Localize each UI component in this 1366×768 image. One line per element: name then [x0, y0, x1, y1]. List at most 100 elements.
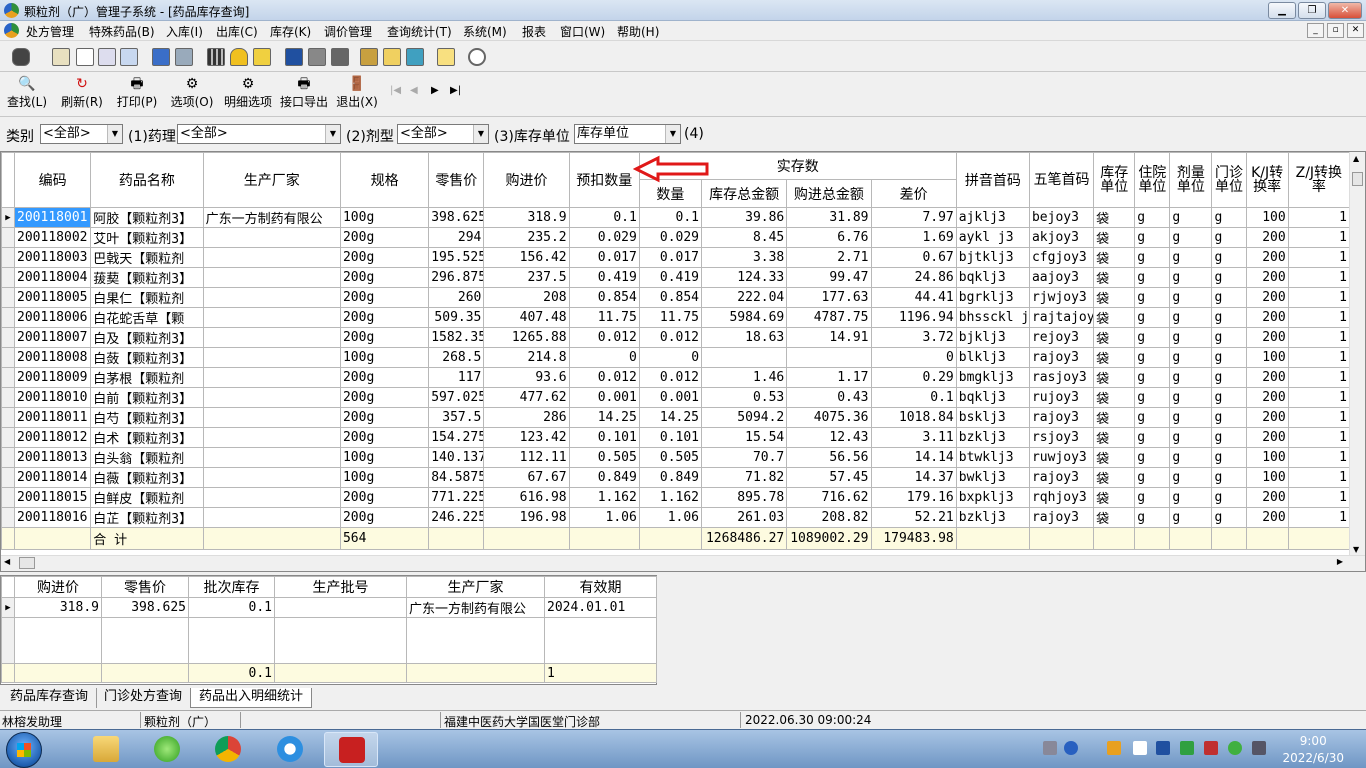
cell-stock-total[interactable]: 895.78: [701, 487, 788, 508]
cell-purchase[interactable]: 286: [483, 407, 570, 428]
cell-wubi[interactable]: rejoy3: [1028, 327, 1095, 348]
printer-tray-icon[interactable]: [1133, 741, 1147, 755]
cell-zj[interactable]: 1: [1287, 447, 1351, 468]
cell-stock-total[interactable]: 71.82: [701, 467, 788, 488]
cell-qty[interactable]: 0.1: [638, 207, 703, 228]
cell-prededuct[interactable]: 0.101: [568, 427, 640, 448]
cell-dose-unit[interactable]: g: [1169, 227, 1213, 248]
checklist-icon[interactable]: [76, 48, 94, 66]
cell-maker[interactable]: [202, 487, 341, 508]
detail-col-expiry[interactable]: 有效期: [544, 576, 657, 598]
cell-stock-unit[interactable]: 袋: [1093, 467, 1136, 488]
bell-icon[interactable]: [230, 48, 248, 66]
cell-qty[interactable]: 0.017: [638, 247, 703, 268]
cell-zj[interactable]: 1: [1287, 467, 1351, 488]
cell-name[interactable]: 艾叶【颗粒剂3】: [90, 227, 204, 248]
cell-diff[interactable]: 14.14: [870, 447, 957, 468]
cell-maker[interactable]: [202, 387, 341, 408]
cell-dose-unit[interactable]: g: [1169, 467, 1213, 488]
pharm-select[interactable]: <全部> ▼: [177, 124, 341, 144]
cell-diff[interactable]: 24.86: [870, 267, 957, 288]
cell-retail[interactable]: 294: [428, 227, 485, 248]
network-icon[interactable]: [1107, 741, 1121, 755]
cell-stock-total[interactable]: 18.63: [701, 327, 788, 348]
cell-stock-total[interactable]: 5094.2: [701, 407, 788, 428]
cell-purchase[interactable]: 237.5: [483, 267, 570, 288]
cell-qty[interactable]: 0.001: [638, 387, 703, 408]
cell-stock-total[interactable]: [701, 347, 788, 368]
cell-retail[interactable]: 1582.35: [428, 327, 485, 348]
report-icon[interactable]: [52, 48, 70, 66]
cell-pinyin[interactable]: aykl j3: [955, 227, 1030, 248]
briefcase-icon[interactable]: [360, 48, 378, 66]
tab-stock-query[interactable]: 药品库存查询: [2, 688, 98, 708]
cell-stock-unit[interactable]: 袋: [1093, 327, 1136, 348]
cell-wubi[interactable]: rasjoy3: [1028, 367, 1095, 388]
detail-row[interactable]: ▶ 318.9 398.625 0.1 广东一方制药有限公 2024.01.01: [1, 597, 657, 618]
mdi-minimize-button[interactable]: _: [1307, 23, 1324, 38]
cell-code[interactable]: 200118001: [14, 207, 92, 228]
table-row[interactable]: 200118012 白术【颗粒剂3】 200g 154.275 123.42 0.101 0…: [1, 427, 1351, 448]
cell-diff[interactable]: 0.29: [870, 367, 957, 388]
table-row[interactable]: 200118007 白及【颗粒剂3】 200g 1582.35 1265.88 0.012…: [1, 327, 1351, 348]
cell-inpatient-unit[interactable]: g: [1134, 347, 1171, 368]
plus-icon[interactable]: [1228, 741, 1242, 755]
cell-spec[interactable]: 200g: [339, 247, 430, 268]
cell-kj[interactable]: 200: [1245, 387, 1289, 408]
ve-icon[interactable]: [1156, 741, 1170, 755]
col-pinyin[interactable]: 拼音首码: [955, 152, 1030, 208]
calendar-icon[interactable]: [253, 48, 271, 66]
col-qty[interactable]: 数量: [638, 179, 703, 208]
cell-kj[interactable]: 100: [1245, 207, 1289, 228]
cell-pinyin[interactable]: btwklj3: [955, 447, 1030, 468]
cell-purchase-total[interactable]: 208.82: [786, 507, 872, 528]
cell-code[interactable]: 200118002: [14, 227, 92, 248]
cell-stock-unit[interactable]: 袋: [1093, 367, 1136, 388]
print-button[interactable]: 🖶 打印(P): [115, 76, 159, 110]
cell-inpatient-unit[interactable]: g: [1134, 307, 1171, 328]
cell-purchase-total[interactable]: 31.89: [786, 207, 872, 228]
refresh-button[interactable]: ↻ 刷新(R): [60, 76, 104, 110]
cell-retail[interactable]: 771.225: [428, 487, 485, 508]
cell-inpatient-unit[interactable]: g: [1134, 427, 1171, 448]
cell-name[interactable]: 白果仁【颗粒剂: [90, 287, 204, 308]
scroll-thumb[interactable]: [1352, 172, 1363, 186]
cell-diff[interactable]: 1.69: [870, 227, 957, 248]
cell-qty[interactable]: 1.162: [638, 487, 703, 508]
cell-pinyin[interactable]: bjtklj3: [955, 247, 1030, 268]
cell-code[interactable]: 200118013: [14, 447, 92, 468]
cell-purchase[interactable]: 93.6: [483, 367, 570, 388]
cell-dose-unit[interactable]: g: [1169, 487, 1213, 508]
cell-purchase-total[interactable]: 14.91: [786, 327, 872, 348]
grid-icon[interactable]: [207, 48, 225, 66]
cell-wubi[interactable]: ruwjoy3: [1028, 447, 1095, 468]
col-retail[interactable]: 零售价: [428, 152, 485, 208]
cell-code[interactable]: 200118007: [14, 327, 92, 348]
hscroll-thumb[interactable]: [19, 557, 35, 569]
cell-stock-unit[interactable]: 袋: [1093, 267, 1136, 288]
cell-spec[interactable]: 200g: [339, 387, 430, 408]
search-icon[interactable]: [468, 48, 486, 66]
cell-stock-total[interactable]: 8.45: [701, 227, 788, 248]
help-icon[interactable]: [1064, 741, 1078, 755]
cell-zj[interactable]: 1: [1287, 227, 1351, 248]
cell-pinyin[interactable]: bxpklj3: [955, 487, 1030, 508]
cell-purchase-total[interactable]: [786, 347, 872, 368]
cell-pinyin[interactable]: ajklj3: [955, 207, 1030, 228]
grid-horizontal-scrollbar[interactable]: ◀ ▶: [1, 555, 1365, 571]
cell-spec[interactable]: 200g: [339, 267, 430, 288]
tab-drug-io-stats[interactable]: 药品出入明细统计: [190, 688, 313, 708]
cell-inpatient-unit[interactable]: g: [1134, 327, 1171, 348]
cell-retail[interactable]: 398.625: [428, 207, 485, 228]
cell-spec[interactable]: 200g: [339, 407, 430, 428]
inventory-grid[interactable]: 编码 药品名称 生产厂家 规格 零售价 购进价 预扣数量 实存数 拼音首码 五笔…: [0, 151, 1366, 572]
cell-prededuct[interactable]: 1.162: [568, 487, 640, 508]
cell-stock-total[interactable]: 222.04: [701, 287, 788, 308]
cell-dose-unit[interactable]: g: [1169, 447, 1213, 468]
col-inpatient-unit[interactable]: 住院单位: [1134, 152, 1171, 208]
col-stock-unit[interactable]: 库存单位: [1093, 152, 1136, 208]
map-icon[interactable]: [406, 48, 424, 66]
stock-unit-select[interactable]: 库存单位 ▼: [574, 124, 681, 144]
batch-detail-grid[interactable]: 购进价 零售价 批次库存 生产批号 生产厂家 有效期 ▶ 318.9 398.6…: [0, 575, 657, 685]
cell-stock-total[interactable]: 1.46: [701, 367, 788, 388]
